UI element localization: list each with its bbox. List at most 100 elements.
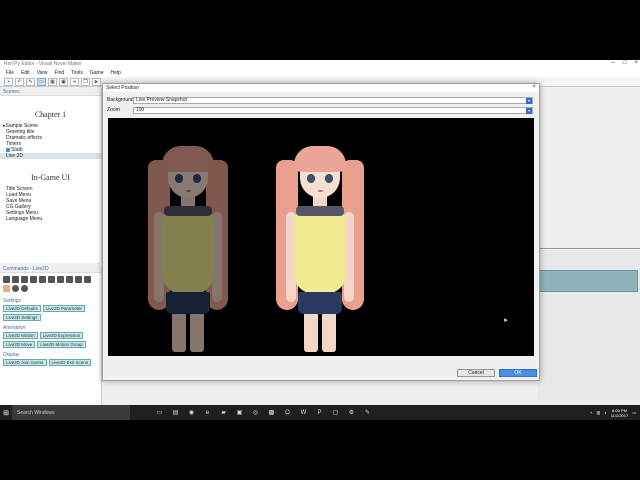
volume-icon[interactable]: ◖ [604, 410, 606, 415]
menu-game[interactable]: Game [90, 70, 104, 76]
live2d-motion-button[interactable]: Live2D Motion [3, 332, 38, 339]
taskbar-search-input[interactable]: Search Windows [12, 405, 130, 420]
command-circle-icon[interactable] [12, 285, 19, 292]
grid-icon[interactable]: ▦ [48, 77, 57, 86]
chapter-title: In-Game UI [31, 173, 70, 182]
dialog-title-bar: Select Position × [103, 84, 539, 92]
maximize-icon[interactable]: □ [623, 60, 627, 66]
character-ghost [128, 140, 248, 355]
menu-bar: File Edit View Find Tools Game Help [0, 68, 640, 77]
chevron-down-icon[interactable]: ▾ [526, 97, 532, 104]
undo-icon[interactable]: ↶ [15, 77, 24, 86]
menu-find[interactable]: Find [54, 70, 64, 76]
play-icon[interactable]: ▶ [92, 77, 101, 86]
dress [294, 212, 346, 294]
live2d-defaults-button[interactable]: Live2D Defaults [3, 305, 41, 312]
notes-icon[interactable]: ▢ [330, 407, 341, 418]
live2d-join-scene-button[interactable]: Live2D Join Scene [3, 359, 47, 366]
live2d-exit-scene-button[interactable]: Live2D Exit Scene [48, 359, 92, 366]
live2d-parameter-button[interactable]: Live2D Parameter [42, 305, 86, 312]
chevron-down-icon[interactable]: ▾ [526, 107, 532, 114]
link-icon[interactable]: ∞ [70, 77, 79, 86]
minimize-icon[interactable]: – [612, 60, 615, 66]
layout-icon[interactable]: ▭ [37, 77, 46, 86]
windows-start-icon[interactable]: ⊞ [0, 405, 12, 420]
eye-left [307, 174, 315, 183]
leg-left [172, 312, 186, 352]
clock[interactable]: 6:00 PM 11/2/2017 [611, 408, 629, 418]
media-icon[interactable]: ◎ [250, 407, 261, 418]
command-sound-icon[interactable] [66, 276, 73, 283]
zoom-value: 100 [136, 107, 145, 113]
character-active[interactable] [260, 140, 380, 355]
settings-icon[interactable]: ⚙ [346, 407, 357, 418]
store-icon[interactable]: ▣ [234, 407, 245, 418]
command-text-format-icon[interactable] [3, 285, 10, 292]
command-speech-icon[interactable] [48, 276, 55, 283]
scenes-panel: Scenes Chapter 1 ▸ Sample Scene Greeting… [0, 88, 102, 263]
edge-icon[interactable]: e [202, 407, 213, 418]
selected-command-block[interactable] [538, 270, 638, 292]
dress-top [296, 206, 344, 216]
chevron-up-icon[interactable]: ˄ [590, 410, 592, 415]
task-view-icon[interactable]: ▭ [154, 407, 165, 418]
menu-tools[interactable]: Tools [71, 70, 83, 76]
zoom-label: Zoom [107, 107, 120, 113]
live2d-settings-button[interactable]: Live2D Settings [3, 314, 41, 321]
window-controls: – □ × [612, 60, 638, 66]
image-icon[interactable]: ▣ [59, 77, 68, 86]
system-tray: ˄ ▥ ◖ 6:00 PM 11/2/2017 ▭ [590, 405, 636, 420]
skirt [298, 292, 342, 314]
copy-icon[interactable]: ❐ [81, 77, 90, 86]
title-bar: Ren'Py Editor - Visual Novel Maker – □ × [0, 60, 640, 68]
dress-top [164, 206, 212, 216]
pen-icon[interactable]: ✎ [362, 407, 373, 418]
menu-help[interactable]: Help [110, 70, 120, 76]
pencil-icon[interactable]: ✎ [26, 77, 35, 86]
live2d-move-button[interactable]: Live2D Move [3, 341, 36, 348]
window-title: Ren'Py Editor - Visual Novel Maker [4, 61, 82, 67]
command-image-icon[interactable] [21, 276, 28, 283]
animation-button-row: Live2D Motion Live2D Expression Live2D M… [0, 331, 101, 349]
background-select[interactable]: Live Preview Snapshot ▾ [133, 96, 533, 104]
powerpoint-icon[interactable]: P [314, 407, 325, 418]
zoom-select[interactable]: 100 ▾ [133, 106, 533, 114]
skirt [166, 292, 210, 314]
menu-view[interactable]: View [37, 70, 48, 76]
position-preview-canvas[interactable]: ➤ [108, 118, 534, 356]
save-icon[interactable]: ▪ [4, 77, 13, 86]
outlook-icon[interactable]: O [282, 407, 293, 418]
ok-button[interactable]: OK [499, 369, 537, 377]
close-icon[interactable]: × [532, 84, 536, 90]
renpy-app-icon[interactable]: ▤ [170, 407, 181, 418]
notification-icon[interactable]: ▭ [632, 410, 636, 415]
clock-date: 11/2/2017 [610, 412, 629, 418]
leg-right [190, 312, 204, 352]
menu-edit[interactable]: Edit [21, 70, 30, 76]
network-icon[interactable]: ▥ [597, 410, 601, 415]
cancel-button[interactable]: Cancel [457, 369, 495, 377]
word-icon[interactable]: W [298, 407, 309, 418]
file-explorer-icon[interactable]: ▰ [218, 407, 229, 418]
command-video-icon[interactable] [75, 276, 82, 283]
command-variable-icon[interactable] [84, 276, 91, 283]
app-window: Ren'Py Editor - Visual Novel Maker – □ ×… [0, 60, 640, 420]
select-position-dialog: Select Position × Background Live Previe… [102, 83, 540, 381]
menu-file[interactable]: File [6, 70, 14, 76]
command-character-icon[interactable] [39, 276, 46, 283]
scene-icon [6, 148, 10, 152]
command-background-icon[interactable] [30, 276, 37, 283]
scenes-header: Scenes [0, 88, 101, 96]
live2d-expression-button[interactable]: Live2D Expression [39, 332, 84, 339]
scene-item-language-menu[interactable]: Language Menu [0, 216, 101, 222]
command-dialog-icon[interactable] [12, 276, 19, 283]
scene-item-live2d[interactable]: Live 2D [0, 153, 101, 159]
photos-icon[interactable]: ▩ [266, 407, 277, 418]
live2d-motion-group-button[interactable]: Live2D Motion Group [37, 341, 86, 348]
chrome-icon[interactable]: ◉ [186, 407, 197, 418]
close-icon[interactable]: × [634, 60, 638, 66]
command-text-icon[interactable] [3, 276, 10, 283]
mouth [318, 190, 323, 192]
command-target-icon[interactable] [21, 285, 28, 292]
command-music-icon[interactable] [57, 276, 64, 283]
